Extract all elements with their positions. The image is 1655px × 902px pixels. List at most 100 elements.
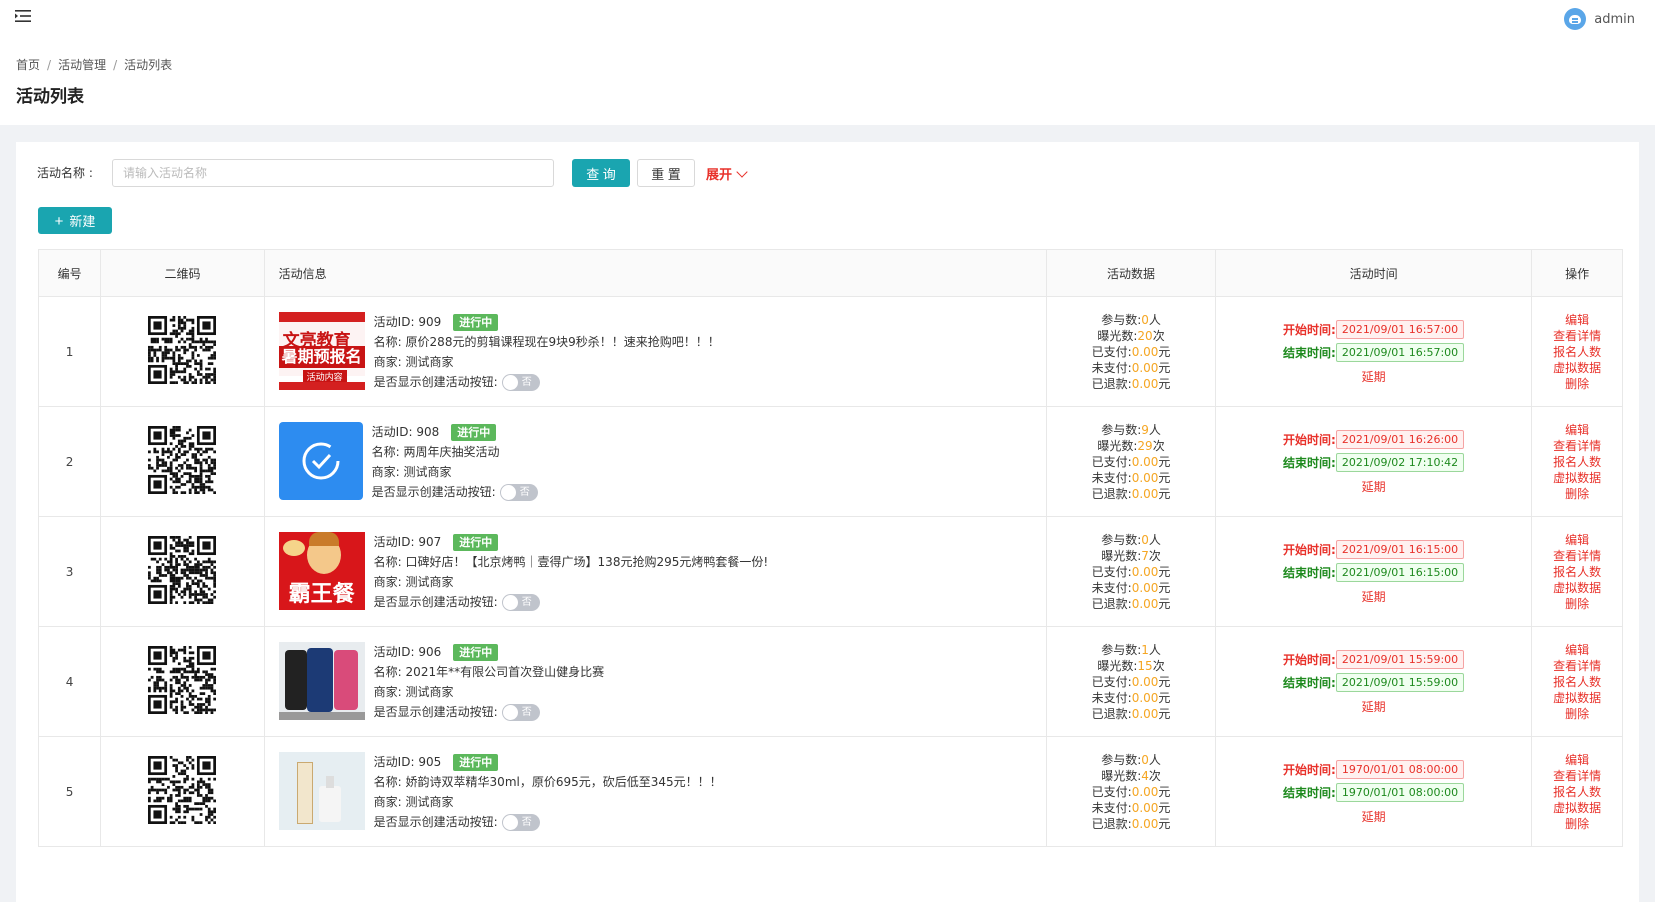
page-header: 首页 / 活动管理 / 活动列表 活动列表	[0, 46, 1655, 125]
menu-fold-icon[interactable]	[14, 7, 32, 25]
refresh-check-icon	[302, 442, 340, 479]
stat-unpaid: 未支付:0.00元	[1091, 690, 1171, 705]
activity-name: 名称: 两周年庆抽奖活动	[371, 444, 500, 459]
stat-exposure: 曝光数:4次	[1101, 768, 1161, 783]
qr-code	[148, 646, 217, 715]
qr-code	[148, 756, 217, 825]
view-details-link[interactable]: 查看详情	[1532, 328, 1622, 344]
table-row: 2 活动ID: 908 进行中 名称: 两周年庆抽奖活动 商家: 测试商家 是否显…	[37, 406, 1623, 517]
stat-participants: 参与数:0人	[1101, 752, 1161, 767]
show-create-button-toggle[interactable]: 否	[501, 373, 540, 391]
top-bar: admin	[0, 0, 1655, 46]
virtual-data-link[interactable]: 虚拟数据	[1532, 470, 1622, 486]
col-header-info: 活动信息	[263, 249, 1048, 297]
stat-refunded: 已退款:0.00元	[1091, 816, 1171, 831]
stat-participants: 参与数:9人	[1101, 422, 1161, 437]
delay-link[interactable]: 延期	[1362, 808, 1386, 825]
view-details-link[interactable]: 查看详情	[1532, 548, 1622, 564]
show-create-button-toggle[interactable]: 否	[501, 593, 540, 611]
start-time: 2021/09/01 15:59:00	[1335, 650, 1465, 669]
table-row: 1 文亮教育 暑期预报名 活动内容 活动ID: 909 进行中 名称: 原价288…	[37, 296, 1623, 407]
activity-thumbnail: 霸王餐	[278, 531, 365, 610]
show-create-button-row: 是否显示创建活动按钮: 否	[374, 592, 769, 612]
signup-count-link[interactable]: 报名人数	[1532, 564, 1622, 580]
search-input[interactable]	[112, 159, 554, 187]
delay-link[interactable]: 延期	[1362, 588, 1386, 605]
qr-code	[148, 426, 217, 495]
show-create-button-row: 是否显示创建活动按钮: 否	[372, 482, 538, 502]
delay-link[interactable]: 延期	[1362, 698, 1386, 715]
stat-unpaid: 未支付:0.00元	[1091, 800, 1171, 815]
activity-name: 名称: 原价288元的剪辑课程现在9块9秒杀！！速来抢购吧！！！	[373, 334, 720, 349]
time-cell: 开始时间: 2021/09/01 16:15:00 结束时间: 2021/09/01…	[1214, 516, 1533, 627]
user-menu[interactable]: admin	[1564, 8, 1635, 30]
breadcrumb: 首页 / 活动管理 / 活动列表	[16, 58, 173, 72]
delay-link[interactable]: 延期	[1362, 368, 1386, 385]
stat-paid: 已支付:0.00元	[1091, 784, 1171, 799]
show-create-button-toggle[interactable]: 否	[501, 703, 540, 721]
view-details-link[interactable]: 查看详情	[1532, 658, 1622, 674]
edit-link[interactable]: 编辑	[1532, 312, 1622, 328]
delete-link[interactable]: 删除	[1532, 816, 1622, 832]
row-number: 2	[37, 406, 102, 517]
query-button[interactable]: 查 询	[572, 159, 630, 187]
ops-cell: 编辑 查看详情 报名人数 虚拟数据 删除	[1531, 516, 1623, 627]
stat-participants: 参与数:0人	[1101, 312, 1161, 327]
stat-paid: 已支付:0.00元	[1091, 564, 1171, 579]
delete-link[interactable]: 删除	[1532, 486, 1622, 502]
activity-id: 活动ID: 909 进行中	[374, 312, 720, 332]
edit-link[interactable]: 编辑	[1532, 752, 1622, 768]
virtual-data-link[interactable]: 虚拟数据	[1532, 800, 1622, 816]
stat-refunded: 已退款:0.00元	[1091, 376, 1171, 391]
end-time: 2021/09/01 16:15:00	[1335, 563, 1465, 582]
stat-paid: 已支付:0.00元	[1091, 454, 1171, 469]
breadcrumb-home[interactable]: 首页	[16, 58, 40, 72]
delete-link[interactable]: 删除	[1532, 376, 1622, 392]
show-create-button-toggle[interactable]: 否	[501, 813, 540, 831]
expand-toggle[interactable]: 展开	[706, 164, 748, 183]
stat-unpaid: 未支付:0.00元	[1091, 360, 1171, 375]
delay-link[interactable]: 延期	[1362, 478, 1386, 495]
delete-link[interactable]: 删除	[1532, 706, 1622, 722]
new-button[interactable]: + 新建	[38, 207, 112, 234]
view-details-link[interactable]: 查看详情	[1532, 438, 1622, 454]
end-time-row: 结束时间: 2021/09/01 16:57:00	[1283, 341, 1465, 364]
activity-id: 活动ID: 905 进行中	[374, 752, 722, 772]
row-number: 5	[37, 736, 102, 847]
stats-cell: 参与数:9人 曝光数:29次 已支付:0.00元 未支付:0.00元 已退款:0…	[1046, 406, 1216, 517]
edit-link[interactable]: 编辑	[1532, 642, 1622, 658]
info-cell: 霸王餐 活动ID: 907 进行中 名称: 口碑好店！【北京烤鸭｜壹得广场】138…	[263, 516, 1048, 627]
virtual-data-link[interactable]: 虚拟数据	[1532, 580, 1622, 596]
stats-cell: 参与数:0人 曝光数:4次 已支付:0.00元 未支付:0.00元 已退款:0.…	[1046, 736, 1216, 847]
signup-count-link[interactable]: 报名人数	[1532, 344, 1622, 360]
time-cell: 开始时间: 2021/09/01 16:26:00 结束时间: 2021/09/02…	[1214, 406, 1533, 517]
breadcrumb-activity-management[interactable]: 活动管理	[58, 58, 106, 72]
info-cell: 文亮教育 暑期预报名 活动内容 活动ID: 909 进行中 名称: 原价288元的…	[263, 296, 1048, 407]
col-header-time: 活动时间	[1214, 249, 1533, 297]
avatar	[1564, 8, 1587, 30]
virtual-data-link[interactable]: 虚拟数据	[1532, 690, 1622, 706]
end-time: 2021/09/01 15:59:00	[1335, 673, 1465, 692]
status-badge: 进行中	[453, 753, 499, 771]
signup-count-link[interactable]: 报名人数	[1532, 674, 1622, 690]
activity-id: 活动ID: 906 进行中	[374, 642, 604, 662]
edit-link[interactable]: 编辑	[1532, 532, 1622, 548]
merchant: 商家: 测试商家	[373, 574, 454, 589]
status-badge: 进行中	[453, 313, 499, 331]
activity-table: 编号 二维码 活动信息 活动数据 活动时间 操作 1 文亮教育 暑期预报名 活动…	[37, 249, 1623, 847]
virtual-data-link[interactable]: 虚拟数据	[1532, 360, 1622, 376]
signup-count-link[interactable]: 报名人数	[1532, 784, 1622, 800]
edit-link[interactable]: 编辑	[1532, 422, 1622, 438]
reset-button[interactable]: 重 置	[637, 159, 695, 187]
qr-code	[148, 536, 217, 605]
activity-thumbnail: 文亮教育 暑期预报名 活动内容	[278, 311, 365, 390]
start-time: 2021/09/01 16:57:00	[1335, 320, 1465, 339]
table-row: 5 活动ID: 905 进行中 名称: 娇韵诗双萃精华30ml，原价695元，砍后…	[37, 736, 1623, 847]
merchant: 商家: 测试商家	[373, 684, 454, 699]
activity-thumbnail	[278, 641, 365, 720]
merchant: 商家: 测试商家	[373, 354, 454, 369]
signup-count-link[interactable]: 报名人数	[1532, 454, 1622, 470]
view-details-link[interactable]: 查看详情	[1532, 768, 1622, 784]
delete-link[interactable]: 删除	[1532, 596, 1622, 612]
show-create-button-toggle[interactable]: 否	[499, 483, 538, 501]
